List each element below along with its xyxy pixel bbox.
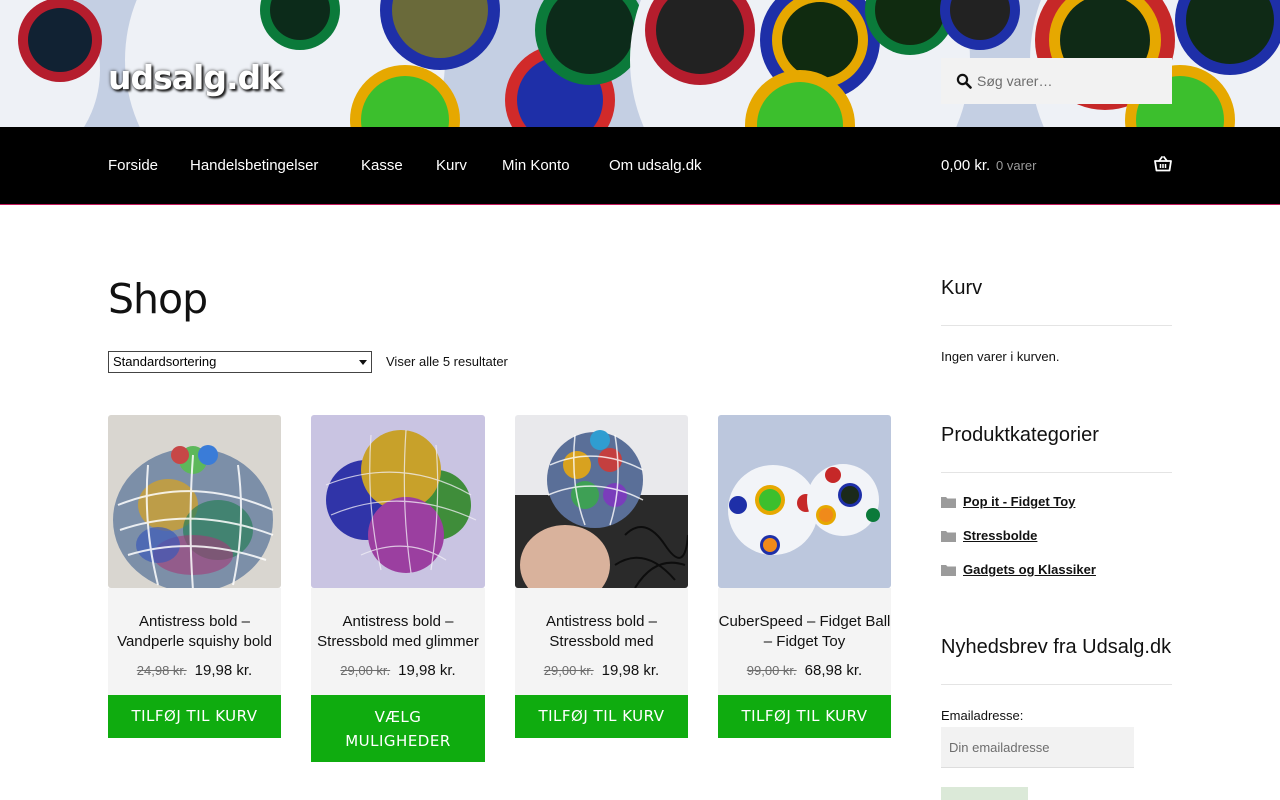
add-to-cart-button[interactable]: TILFØJ TIL KURV	[515, 695, 688, 738]
widget-title-newsletter: Nyhedsbrev fra Udsalg.dk	[941, 636, 1172, 658]
divider	[941, 472, 1172, 473]
search-input[interactable]	[977, 58, 1167, 104]
product-search[interactable]	[941, 58, 1172, 104]
sort-select-value: Standardsortering	[113, 354, 217, 369]
product-info: Antistress bold – Stressbold med vandper…	[515, 588, 688, 695]
category-link-gadgets[interactable]: Gadgets og Klassiker	[963, 562, 1096, 577]
primary-navigation: Forside Handelsbetingelser Kasse Kurv Mi…	[0, 127, 1280, 205]
category-link-stressbolde[interactable]: Stressbolde	[963, 528, 1037, 543]
product-title[interactable]: Antistress bold – Stressbold med vandper…	[515, 612, 688, 652]
page-title: Shop	[108, 275, 208, 323]
product-image[interactable]	[718, 415, 891, 588]
header-cart-count[interactable]: 0 varer	[996, 158, 1036, 173]
nav-item-forside[interactable]: Forside	[108, 157, 158, 174]
sale-price: 68,98 kr.	[804, 662, 863, 679]
nav-item-min-konto[interactable]: Min Konto	[502, 157, 570, 174]
add-to-cart-button[interactable]: TILFØJ TIL KURV	[108, 695, 281, 738]
nav-item-kasse[interactable]: Kasse	[361, 157, 403, 174]
nav-item-om-udsalg[interactable]: Om udsalg.dk	[609, 157, 702, 174]
product-card: Antistress bold – Stressbold med glimmer…	[311, 415, 485, 762]
nav-item-handelsbetingelser[interactable]: Handelsbetingelser	[190, 157, 318, 174]
sort-select[interactable]: Standardsortering	[108, 351, 372, 373]
product-title[interactable]: Antistress bold – Vandperle squishy bold	[108, 612, 281, 652]
product-info: CuberSpeed – Fidget Ball – Fidget Toy 99…	[718, 588, 891, 695]
product-price: 29,00 kr. 19,98 kr.	[311, 662, 485, 679]
old-price: 29,00 kr.	[340, 663, 391, 678]
email-label: Emailadresse:	[941, 708, 1024, 723]
product-card: Antistress bold – Vandperle squishy bold…	[108, 415, 281, 738]
product-price: 29,00 kr. 19,98 kr.	[515, 662, 688, 679]
product-image[interactable]	[515, 415, 688, 588]
old-price: 29,00 kr.	[543, 663, 594, 678]
site-title[interactable]: udsalg.dk	[108, 58, 282, 97]
product-price: 24,98 kr. 19,98 kr.	[108, 662, 281, 679]
widget-title-categories: Produktkategorier	[941, 424, 1099, 446]
email-field[interactable]	[941, 727, 1134, 768]
product-card: Antistress bold – Stressbold med vandper…	[515, 415, 688, 738]
folder-icon	[941, 497, 956, 508]
product-info: Antistress bold – Vandperle squishy bold…	[108, 588, 281, 695]
folder-icon	[941, 531, 956, 542]
search-icon	[956, 73, 972, 89]
site-header: udsalg.dk	[0, 0, 1280, 127]
product-image[interactable]	[108, 415, 281, 588]
widget-title-cart: Kurv	[941, 277, 983, 299]
select-options-button[interactable]: VÆLG MULIGHEDER	[311, 695, 485, 762]
divider	[941, 325, 1172, 326]
chevron-down-icon	[359, 360, 367, 365]
product-image[interactable]	[311, 415, 485, 588]
divider	[941, 684, 1172, 685]
subscribe-button[interactable]	[941, 787, 1028, 800]
sale-price: 19,98 kr.	[601, 662, 660, 679]
product-price: 99,00 kr. 68,98 kr.	[718, 662, 891, 679]
category-link-pop-it[interactable]: Pop it - Fidget Toy	[963, 494, 1075, 509]
folder-icon	[941, 565, 956, 576]
old-price: 99,00 kr.	[746, 663, 797, 678]
cart-empty-message: Ingen varer i kurven.	[941, 349, 1060, 364]
basket-icon[interactable]	[1154, 156, 1172, 172]
add-to-cart-button[interactable]: TILFØJ TIL KURV	[718, 695, 891, 738]
sale-price: 19,98 kr.	[398, 662, 456, 679]
result-count: Viser alle 5 resultater	[386, 354, 508, 369]
product-title[interactable]: Antistress bold – Stressbold med glimmer	[311, 612, 485, 652]
old-price: 24,98 kr.	[136, 663, 187, 678]
product-title[interactable]: CuberSpeed – Fidget Ball – Fidget Toy	[718, 612, 891, 652]
nav-item-kurv[interactable]: Kurv	[436, 157, 467, 174]
product-info: Antistress bold – Stressbold med glimmer…	[311, 588, 485, 695]
product-card: CuberSpeed – Fidget Ball – Fidget Toy 99…	[718, 415, 891, 738]
header-cart-total[interactable]: 0,00 kr.	[941, 157, 990, 174]
sale-price: 19,98 kr.	[194, 662, 253, 679]
